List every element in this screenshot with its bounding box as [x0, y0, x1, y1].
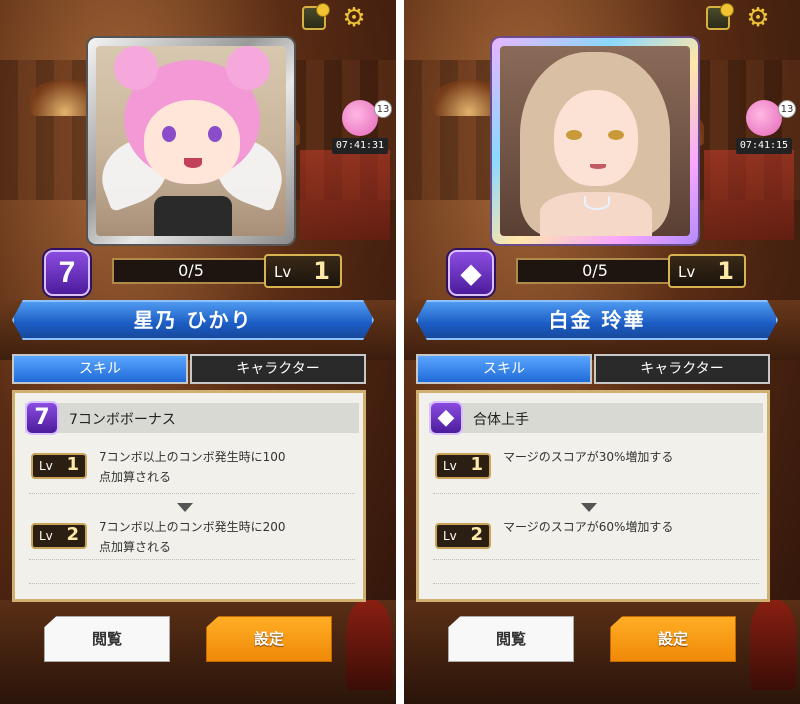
background-window — [300, 150, 390, 240]
skill-description-line: 点加算される — [99, 470, 172, 484]
eye-right — [608, 130, 624, 140]
level-value: 1 — [313, 257, 330, 285]
dress — [154, 196, 232, 236]
mouth — [590, 164, 606, 169]
hair-bun-left — [114, 46, 158, 90]
skill-description-line: 7コンボ以上のコンボ発生時に200 — [99, 520, 286, 534]
background-stool — [346, 600, 392, 690]
skill-level-value: 2 — [470, 524, 483, 545]
level-box: Lv 1 — [264, 254, 342, 288]
timer-time: 07:41:15 — [736, 138, 792, 154]
skill-level-label: Lv — [443, 459, 457, 473]
tab-skill[interactable]: スキル — [416, 354, 592, 384]
panel-divider — [396, 0, 404, 704]
tab-character[interactable]: キャラクター — [594, 354, 770, 384]
skill-level-pill: Lv 2 — [31, 523, 87, 549]
timer-count-badge: 13 — [374, 100, 392, 118]
skill-name: 合体上手 — [473, 412, 529, 428]
dotted-divider — [433, 493, 759, 494]
skill-description-line: マージのスコアが60%増加する — [503, 520, 674, 534]
skill-level-value: 2 — [66, 524, 79, 545]
character-silhouette-icon — [342, 100, 378, 136]
progress-counter: 0/5 — [516, 258, 674, 284]
character-portrait-frame — [492, 38, 698, 244]
skill-name: 7コンボボーナス — [69, 412, 176, 428]
gear-icon[interactable]: ⚙ — [342, 5, 366, 31]
merge-skill-icon: ◆ — [429, 401, 463, 435]
merge-skill-icon: ◆ — [448, 250, 494, 296]
dotted-divider — [433, 583, 759, 584]
background-stool — [750, 600, 796, 690]
eye-left — [566, 130, 582, 140]
settings-button[interactable]: 設定 — [610, 616, 736, 662]
tab-character[interactable]: キャラクター — [190, 354, 366, 384]
skill-box: ◆ 合体上手 Lv 1 マージのスコアが30%増加する Lv 2 マージのスコア… — [416, 390, 770, 602]
character-panel-hikari: ⚙ 13 07:41:31 7 0/5 Lv 1 星乃 ひかり スキル キャラク… — [0, 0, 396, 704]
timer-time: 07:41:31 — [332, 138, 388, 154]
arrow-down-icon — [581, 503, 597, 512]
gear-icon[interactable]: ⚙ — [746, 5, 770, 31]
character-name-banner: 白金 玲華 — [416, 300, 778, 340]
skill-level-label: Lv — [39, 529, 53, 543]
skill-description: 7コンボ以上のコンボ発生時に200 点加算される — [99, 517, 355, 557]
character-portrait — [500, 46, 690, 236]
eye-left — [162, 126, 176, 142]
character-name-banner: 星乃 ひかり — [12, 300, 374, 340]
character-silhouette-icon — [746, 100, 782, 136]
shop-icon[interactable] — [706, 3, 734, 30]
skill-level-label: Lv — [443, 529, 457, 543]
face — [144, 100, 240, 184]
view-button[interactable]: 閲覧 — [448, 616, 574, 662]
skill-level-pill: Lv 2 — [435, 523, 491, 549]
skill-description-line: 点加算される — [99, 540, 172, 554]
skill-level-value: 1 — [470, 454, 483, 475]
necklace — [584, 196, 610, 210]
progress-counter: 0/5 — [112, 258, 270, 284]
background-window — [704, 150, 794, 240]
skill-level-value: 1 — [66, 454, 79, 475]
eye-right — [208, 126, 222, 142]
timer-count-badge: 13 — [778, 100, 796, 118]
stamina-timer: 13 07:41:31 — [332, 100, 392, 160]
skill-box: 7 7コンボボーナス Lv 1 7コンボ以上のコンボ発生時に100 点加算される… — [12, 390, 366, 602]
stamina-timer: 13 07:41:15 — [736, 100, 796, 160]
level-label: Lv — [678, 263, 696, 281]
arrow-down-icon — [177, 503, 193, 512]
level-box: Lv 1 — [668, 254, 746, 288]
dotted-divider — [29, 493, 355, 494]
skill-description-line: マージのスコアが30%増加する — [503, 450, 674, 464]
skill-level-label: Lv — [39, 459, 53, 473]
skill-description: 7コンボ以上のコンボ発生時に100 点加算される — [99, 447, 355, 487]
shop-icon[interactable] — [302, 3, 330, 30]
level-value: 1 — [717, 257, 734, 285]
settings-button[interactable]: 設定 — [206, 616, 332, 662]
skill-description: マージのスコアが30%増加する — [503, 447, 759, 467]
view-button[interactable]: 閲覧 — [44, 616, 170, 662]
rank-badge-icon: 7 — [44, 250, 90, 296]
dotted-divider — [433, 559, 759, 560]
skill-description-line: 7コンボ以上のコンボ発生時に100 — [99, 450, 286, 464]
tab-skill[interactable]: スキル — [12, 354, 188, 384]
mouth — [184, 158, 202, 168]
level-label: Lv — [274, 263, 292, 281]
hair-bun-right — [226, 46, 270, 90]
dotted-divider — [29, 559, 355, 560]
skill-level-pill: Lv 1 — [435, 453, 491, 479]
skill-description: マージのスコアが60%増加する — [503, 517, 759, 537]
character-portrait — [96, 46, 286, 236]
skill-icon: 7 — [25, 401, 59, 435]
character-portrait-frame — [88, 38, 294, 244]
dotted-divider — [29, 583, 355, 584]
skill-level-pill: Lv 1 — [31, 453, 87, 479]
face — [554, 90, 638, 186]
character-panel-reika: ⚙ 13 07:41:15 ◆ 0/5 Lv 1 白金 玲華 スキル キャラクタ… — [404, 0, 800, 704]
